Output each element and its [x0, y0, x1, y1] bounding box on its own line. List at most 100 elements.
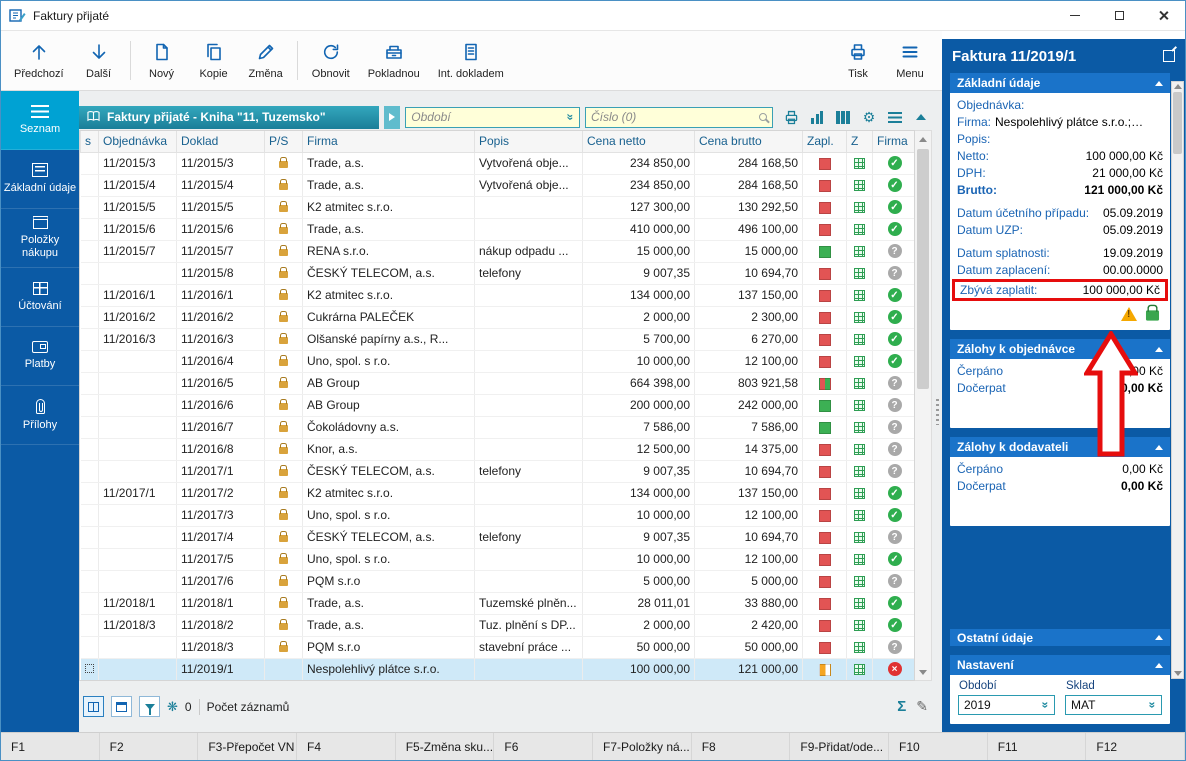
column-header-4[interactable]: Firma	[303, 131, 475, 152]
fkey-2[interactable]: F2	[100, 733, 199, 760]
table-row[interactable]: 11/2015/711/2015/7RENA s.r.o.nákup odpad…	[81, 240, 916, 262]
panel-scrollbar[interactable]	[1171, 81, 1184, 679]
sidebar-item-polozky-nakupu[interactable]: Položky nákupu	[1, 209, 79, 268]
sidebar-item-zakladni-udaje[interactable]: Základní údaje	[1, 150, 79, 209]
sidebar-item-seznam[interactable]: Seznam	[1, 91, 79, 150]
table-row[interactable]: 11/2017/6PQM s.r.o5 000,005 000,00?	[81, 570, 916, 592]
table-row[interactable]: 11/2017/5Uno, spol. s r.o.10 000,0012 10…	[81, 548, 916, 570]
table-row[interactable]: 11/2018/311/2018/2Trade, a.s.Tuz. plnění…	[81, 614, 916, 636]
sidebar-item-prilohy[interactable]: Přílohy	[1, 386, 79, 445]
refresh-button[interactable]: Obnovit	[303, 33, 359, 88]
section-header-ostatni[interactable]: Ostatní údaje	[950, 629, 1170, 646]
calendar-button[interactable]	[111, 696, 132, 717]
fkey-8[interactable]: F8	[692, 733, 791, 760]
table-row[interactable]: 11/2016/8Knor, a.s.12 500,0014 375,00?	[81, 438, 916, 460]
table-row[interactable]: 11/2015/511/2015/5K2 atmitec s.r.o.127 3…	[81, 196, 916, 218]
table-row[interactable]: 11/2017/1ČESKÝ TELECOM, a.s.telefony9 00…	[81, 460, 916, 482]
close-button[interactable]	[1141, 1, 1185, 30]
scroll-up-button[interactable]	[915, 131, 931, 147]
filter-button[interactable]	[139, 696, 160, 717]
sklad-select[interactable]: MAT »	[1065, 695, 1162, 715]
table-row[interactable]: 11/2018/3PQM s.r.ostavební práce ...50 0…	[81, 636, 916, 658]
snowflake-icon[interactable]: ❋	[167, 700, 178, 713]
column-header-10[interactable]: Firma	[873, 131, 916, 152]
column-header-5[interactable]: Popis	[475, 131, 583, 152]
table-row[interactable]: 11/2016/7Čokoládovny a.s.7 586,007 586,0…	[81, 416, 916, 438]
scrollbar-thumb[interactable]	[917, 149, 929, 389]
table-row[interactable]: 11/2015/311/2015/3Trade, a.s.Vytvořená o…	[81, 152, 916, 174]
attachments-icon	[36, 399, 45, 414]
table-row[interactable]: 11/2017/111/2017/2K2 atmitec s.r.o.134 0…	[81, 482, 916, 504]
next-button[interactable]: Další	[73, 33, 125, 88]
print-list-button[interactable]	[782, 108, 800, 126]
scroll-down-icon	[919, 670, 927, 675]
table-row[interactable]: 11/2018/111/2018/1Trade, a.s.Tuzemské pl…	[81, 592, 916, 614]
edit-button[interactable]: Změna	[240, 33, 292, 88]
table-row[interactable]: 11/2019/1Nespolehlivý plátce s.r.o.100 0…	[81, 658, 916, 680]
table-row[interactable]: 11/2017/3Uno, spol. s r.o.10 000,0012 10…	[81, 504, 916, 526]
book-select-button[interactable]	[384, 106, 400, 129]
fkey-9[interactable]: F9-Přidat/ode...	[790, 733, 889, 760]
table-row[interactable]: 11/2015/8ČESKÝ TELECOM, a.s.telefony9 00…	[81, 262, 916, 284]
column-header-0[interactable]: s	[81, 131, 99, 152]
fkey-1[interactable]: F1	[1, 733, 100, 760]
sidebar-item-platby[interactable]: Platby	[1, 327, 79, 386]
table-row[interactable]: 11/2015/411/2015/4Trade, a.s.Vytvořená o…	[81, 174, 916, 196]
table-row[interactable]: 11/2016/4Uno, spol. s r.o.10 000,0012 10…	[81, 350, 916, 372]
fkey-7[interactable]: F7-Položky ná...	[593, 733, 692, 760]
print-button[interactable]: Tisk	[832, 33, 884, 88]
column-header-6[interactable]: Cena netto	[583, 131, 695, 152]
section-header-zakladni[interactable]: Základní údaje	[950, 73, 1170, 93]
columns-button[interactable]	[834, 108, 852, 126]
table-scrollbar[interactable]	[915, 130, 932, 681]
fkey-5[interactable]: F5-Změna sku...	[396, 733, 495, 760]
number-search-input[interactable]: Číslo (0)	[585, 107, 773, 128]
panel-splitter[interactable]	[932, 91, 942, 732]
internal-document-button[interactable]: Int. dokladem	[429, 33, 513, 88]
column-header-8[interactable]: Zapl.	[803, 131, 847, 152]
fkey-4[interactable]: F4	[297, 733, 396, 760]
cash-register-button[interactable]: Pokladnou	[359, 33, 429, 88]
section-header-zalohy-dodavateli[interactable]: Zálohy k dodavateli	[950, 437, 1170, 457]
column-header-1[interactable]: Objednávka	[99, 131, 177, 152]
fkey-11[interactable]: F11	[988, 733, 1087, 760]
scroll-down-button[interactable]	[915, 664, 931, 680]
new-button[interactable]: Nový	[136, 33, 188, 88]
table-row[interactable]: 11/2017/4ČESKÝ TELECOM, a.s.telefony9 00…	[81, 526, 916, 548]
accounting-grid-icon	[854, 224, 865, 235]
table-row[interactable]: 11/2016/211/2016/2Cukrárna PALEČEK2 000,…	[81, 306, 916, 328]
menu-button[interactable]: Menu	[884, 33, 936, 88]
table-row[interactable]: 11/2015/611/2015/6Trade, a.s.410 000,004…	[81, 218, 916, 240]
field-value: 19.09.2019	[1103, 246, 1163, 260]
settings-button[interactable]: ⚙	[860, 108, 878, 126]
column-header-9[interactable]: Z	[847, 131, 873, 152]
table-row[interactable]: 11/2016/5AB Group664 398,00803 921,58?	[81, 372, 916, 394]
popout-icon[interactable]	[1163, 50, 1175, 62]
list-menu-button[interactable]	[886, 108, 904, 126]
fkey-6[interactable]: F6	[494, 733, 593, 760]
sidebar-item-uctovani[interactable]: Účtování	[1, 268, 79, 327]
maximize-button[interactable]	[1097, 1, 1141, 30]
table-row[interactable]: 11/2016/311/2016/3Olšanské papírny a.s.,…	[81, 328, 916, 350]
chart-button[interactable]	[808, 108, 826, 126]
period-filter[interactable]: Období »	[405, 107, 580, 128]
scrollbar-thumb[interactable]	[1173, 92, 1182, 154]
column-header-7[interactable]: Cena brutto	[695, 131, 803, 152]
table-row[interactable]: 11/2016/6AB Group200 000,00242 000,00?	[81, 394, 916, 416]
obdobi-select[interactable]: 2019 »	[958, 695, 1055, 715]
column-header-3[interactable]: P/S	[265, 131, 303, 152]
copy-button[interactable]: Kopie	[188, 33, 240, 88]
minimize-button[interactable]	[1053, 1, 1097, 30]
fkey-12[interactable]: F12	[1086, 733, 1185, 760]
split-view-button[interactable]	[83, 696, 104, 717]
edit-icon[interactable]: ✎	[916, 698, 928, 715]
table-row[interactable]: 11/2016/111/2016/1K2 atmitec s.r.o.134 0…	[81, 284, 916, 306]
fkey-3[interactable]: F3-Přepočet VN	[198, 733, 297, 760]
section-header-nastaveni[interactable]: Nastavení	[950, 655, 1170, 675]
column-header-2[interactable]: Doklad	[177, 131, 265, 152]
section-header-zalohy-objednavce[interactable]: Zálohy k objednávce	[950, 339, 1170, 359]
previous-button[interactable]: Předchozí	[5, 33, 73, 88]
fkey-10[interactable]: F10	[889, 733, 988, 760]
sum-icon[interactable]: Σ	[897, 698, 906, 715]
collapse-button[interactable]	[912, 108, 930, 126]
